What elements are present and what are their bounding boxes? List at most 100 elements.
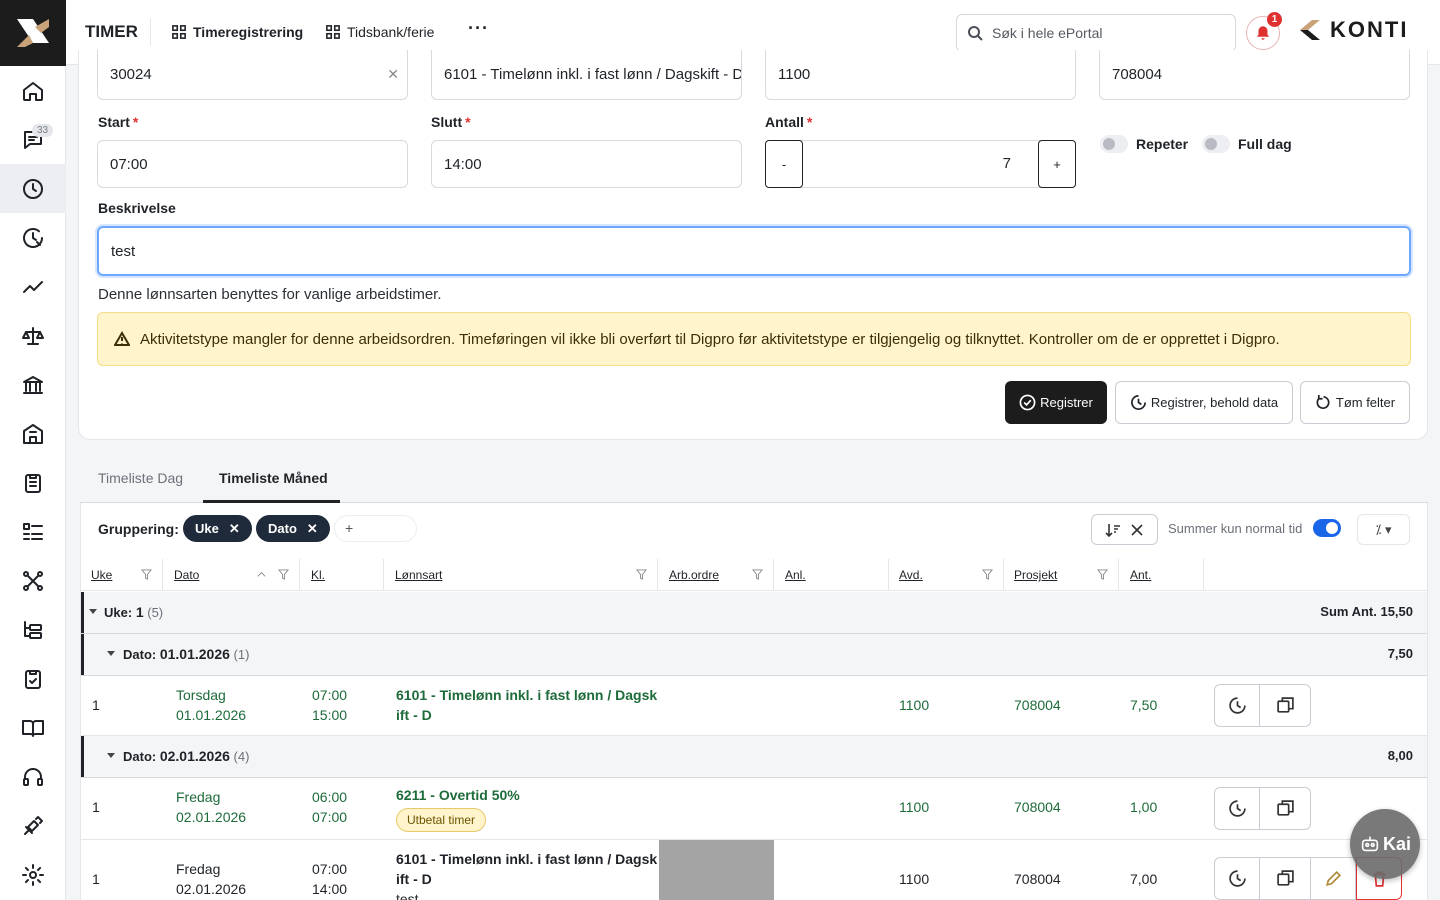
network-icon [23, 570, 43, 591]
column-dato[interactable]: Dato [164, 559, 300, 591]
summer-normal-toggle[interactable] [1313, 519, 1341, 537]
group-row-dato[interactable]: Dato: 02.01.2026 (4) 8,00 [81, 736, 1427, 778]
tab-tidsbank-ferie[interactable]: Tidsbank/ferie [326, 24, 434, 40]
column-ant[interactable]: Ant. [1120, 559, 1204, 591]
full-dag-toggle[interactable]: Full dag [1202, 135, 1292, 153]
copy-button[interactable] [1259, 857, 1311, 900]
increment-button[interactable]: + [1038, 140, 1076, 188]
chevron-down-icon[interactable] [89, 609, 97, 614]
group-row-uke[interactable]: Uke: 1 (5) Sum Ant. 15,50 [81, 592, 1427, 634]
register-keep-data-button[interactable]: Registrer, behold data [1115, 381, 1293, 424]
edit-button[interactable] [1310, 857, 1356, 900]
decrement-button[interactable]: - [765, 140, 803, 188]
search-input[interactable] [992, 25, 1212, 41]
kai-assistant-button[interactable]: Kai [1350, 809, 1420, 879]
table-row[interactable]: 1 Fredag 02.01.2026 07:00 14:00 6101 - Tim… [81, 840, 1427, 900]
sidebar-item-tasks[interactable] [0, 458, 66, 507]
start-time-input[interactable]: 07:00 [97, 140, 408, 188]
prosjekt-field[interactable]: 708004 [1099, 50, 1410, 100]
percent-menu-button[interactable]: ⁒ ▾ [1357, 514, 1410, 545]
search-box[interactable] [956, 14, 1236, 52]
warning-icon [114, 331, 130, 346]
clear-sort-button[interactable] [1091, 514, 1158, 545]
sidebar-item-list[interactable] [0, 507, 66, 556]
sidebar-item-trends[interactable] [0, 262, 66, 311]
group-chip-dato[interactable]: Dato ✕ [256, 515, 330, 542]
sidebar-item-history[interactable] [0, 213, 66, 262]
sidebar-item-timer[interactable] [0, 164, 66, 213]
konti-logo[interactable] [0, 0, 66, 66]
clear-icon[interactable]: ✕ [387, 66, 399, 83]
group-title: Dato: 01.01.2026 (1) [123, 646, 250, 662]
toggle-switch[interactable] [1100, 135, 1128, 153]
chevron-down-icon[interactable] [107, 753, 115, 758]
description-input[interactable]: test [97, 226, 1411, 276]
copy-button[interactable] [1259, 787, 1311, 830]
quantity-value[interactable]: 7 [802, 141, 1039, 187]
filter-icon[interactable] [1097, 569, 1108, 580]
sidebar-item-support[interactable] [0, 752, 66, 801]
column-prosjekt[interactable]: Prosjekt [1004, 559, 1119, 591]
sidebar-item-hierarchy[interactable] [0, 605, 66, 654]
cell-prosjekt: 708004 [1014, 697, 1061, 713]
history-button[interactable] [1214, 787, 1260, 830]
avdeling-field[interactable]: 1100 [765, 50, 1076, 100]
filter-icon[interactable] [278, 569, 289, 580]
sidebar-item-home[interactable] [0, 66, 66, 115]
tab-timeliste-dag[interactable]: Timeliste Dag [98, 470, 183, 486]
app-title: TIMER [85, 22, 138, 41]
close-icon [1130, 523, 1143, 536]
end-time-input[interactable]: 14:00 [431, 140, 742, 188]
filter-icon[interactable] [982, 569, 993, 580]
group-row-dato[interactable]: Dato: 01.01.2026 (1) 7,50 [81, 634, 1427, 676]
column-lonnsart[interactable]: Lønnsart [385, 559, 658, 591]
redacted-cell [659, 840, 774, 900]
column-uke[interactable]: Uke [81, 559, 163, 591]
copy-button[interactable] [1259, 684, 1311, 727]
column-anl[interactable]: Anl. [775, 559, 889, 591]
table-row[interactable]: 1 Torsdag 01.01.2026 07:00 15:00 6101 - Ti… [81, 676, 1427, 736]
group-chip-uke[interactable]: Uke ✕ [183, 515, 252, 542]
sidebar-item-bank[interactable] [0, 360, 66, 409]
more-menu-button[interactable]: ··· [468, 18, 489, 39]
sidebar-item-building[interactable] [0, 409, 66, 458]
sidebar-item-satellite[interactable] [0, 801, 66, 850]
filter-icon[interactable] [636, 569, 647, 580]
tab-timeliste-maned[interactable]: Timeliste Måned [219, 470, 328, 486]
history-button[interactable] [1214, 684, 1260, 727]
clear-fields-button[interactable]: Tøm felter [1300, 381, 1410, 424]
filter-icon[interactable] [141, 569, 152, 580]
avdeling-value: 1100 [778, 66, 811, 83]
close-icon[interactable]: ✕ [307, 521, 318, 537]
slutt-label: Slutt * [431, 114, 471, 130]
history-button[interactable] [1214, 857, 1260, 900]
tab-timeregistrering[interactable]: Timeregistrering [172, 24, 303, 40]
arbeidsordre-field[interactable]: 30024 ✕ [97, 50, 408, 100]
column-kl[interactable]: Kl. [301, 559, 384, 591]
antall-label: Antall * [765, 114, 813, 130]
toggle-switch[interactable] [1202, 135, 1230, 153]
lonnsart-field[interactable]: 6101 - Timelønn inkl. i fast lønn / Dags… [431, 50, 742, 100]
notifications-button[interactable]: 1 [1246, 12, 1282, 50]
column-arbordre[interactable]: Arb.ordre [659, 559, 774, 591]
cell-prosjekt: 708004 [1014, 799, 1061, 815]
table-row[interactable]: 1 Fredag 02.01.2026 06:00 07:00 6211 - Ove… [81, 778, 1427, 840]
search-icon [968, 26, 983, 41]
filter-icon[interactable] [752, 569, 763, 580]
sidebar-item-handbook[interactable] [0, 703, 66, 752]
add-grouping-button[interactable]: + [334, 515, 417, 542]
sidebar-item-messages[interactable]: 33 [0, 115, 66, 164]
column-avd[interactable]: Avd. [889, 559, 1004, 591]
sidebar-item-network[interactable] [0, 556, 66, 605]
chevron-down-icon[interactable] [107, 651, 115, 656]
repeter-toggle[interactable]: Repeter [1100, 135, 1188, 153]
cell-ant: 7,50 [1130, 697, 1158, 713]
cell-lonnsart: 6101 - Timelønn inkl. i fast lønn / Dags… [396, 849, 657, 900]
sidebar-item-balance[interactable] [0, 311, 66, 360]
register-button[interactable]: Registrer [1005, 381, 1107, 424]
sidebar-item-settings[interactable] [0, 850, 66, 899]
sidebar-item-checklist[interactable] [0, 654, 66, 703]
registration-form: 30024 ✕ 6101 - Timelønn inkl. i fast løn… [78, 50, 1428, 440]
sort-asc-icon[interactable] [256, 569, 267, 580]
close-icon[interactable]: ✕ [229, 521, 240, 537]
